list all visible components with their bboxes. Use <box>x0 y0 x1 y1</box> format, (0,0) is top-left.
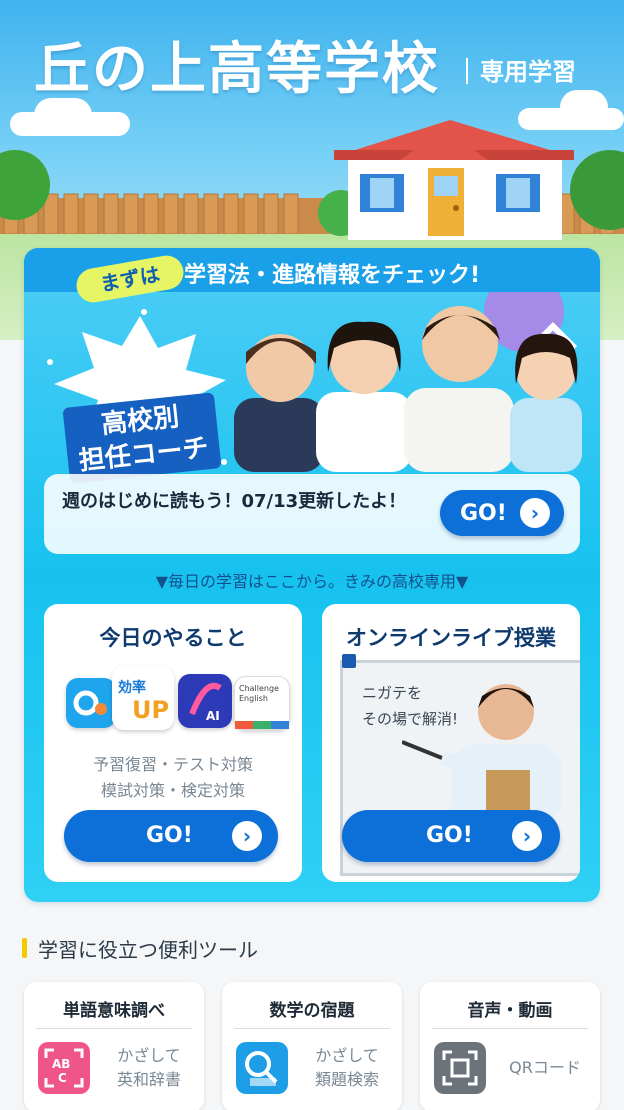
tool-title: 数学の宿題 <box>269 1001 355 1021</box>
today-desc-line2: 模試対策・検定対策 <box>100 781 245 800</box>
tool-desc-line2: 英和辞書 <box>116 1070 181 1089</box>
tool-title: 単語意味調べ <box>63 1001 165 1021</box>
challenge-english-app-icon: Challenge English <box>234 676 290 730</box>
qr-scan-icon <box>434 1042 486 1094</box>
svg-text:UP: UP <box>132 696 169 724</box>
svg-text:効率: 効率 <box>118 679 146 696</box>
today-card[interactable]: 今日のやること 効率 UP AI Challenge English 予習復習・テス… <box>44 604 302 882</box>
coach-badge[interactable]: 高校別 担任コーチ <box>40 308 240 484</box>
svg-text:Challenge: Challenge <box>239 684 279 693</box>
tool-math-homework[interactable]: 数学の宿題 かざして 類題検索 <box>222 982 402 1110</box>
app-page: 丘の上高等学校 専用学習 まずは 学習法・進路情報をチェック! 高校別 担任コー… <box>0 0 624 1110</box>
ai-app-icon: AI <box>178 674 232 728</box>
chevron-right-icon: › <box>232 821 262 851</box>
teacher-photo <box>402 684 562 820</box>
notice-text: 週のはじめに読もう！07/13更新したよ！ <box>62 491 407 512</box>
tool-desc-line2: 類題検索 <box>314 1070 379 1089</box>
chevron-right-icon: › <box>520 498 550 528</box>
svg-text:English: English <box>239 694 268 703</box>
tool-desc: かざして 類題検索 <box>302 1044 392 1092</box>
today-desc-line1: 予習復習・テスト対策 <box>92 755 253 774</box>
heading-accent-bar <box>22 938 27 958</box>
live-class-card[interactable]: オンラインライブ授業 ニガテを その場で解消! GO! › <box>322 604 580 882</box>
svg-text:AB: AB <box>52 1057 70 1071</box>
main-panel: まずは 学習法・進路情報をチェック! 高校別 担任コーチ 週のはじめに読もう！0… <box>24 248 600 902</box>
tool-audio-video[interactable]: 音声・動画 QRコード <box>420 982 600 1110</box>
daily-heading: ▼毎日の学習はここから。きみの高校専用▼ <box>155 572 469 591</box>
tool-desc: QRコード <box>500 1056 590 1080</box>
tools-title: 学習に役立つ便利ツール <box>38 938 258 962</box>
efficiency-up-app-icon: 効率 UP <box>112 666 174 730</box>
divider <box>36 1028 192 1029</box>
svg-text:AI: AI <box>206 709 220 723</box>
search-scan-icon <box>236 1042 288 1094</box>
tool-title: 音声・動画 <box>467 1001 553 1021</box>
coach-label: 高校別 担任コーチ <box>62 392 222 484</box>
title-divider <box>466 58 468 84</box>
notice-go-label: GO! <box>460 501 507 526</box>
today-title: 今日のやること <box>99 626 247 650</box>
today-go-label: GO! <box>146 823 193 848</box>
live-title: オンラインライブ授業 <box>346 626 556 650</box>
weekly-notice[interactable]: 週のはじめに読もう！07/13更新したよ！ GO! › <box>44 474 580 554</box>
house-graphic <box>334 120 574 240</box>
divider <box>234 1028 390 1029</box>
today-go-button[interactable]: GO! › <box>64 810 278 862</box>
tool-word-lookup[interactable]: 単語意味調べ AB C かざして 英和辞書 <box>24 982 204 1110</box>
svg-text:C: C <box>58 1071 67 1085</box>
board-magnet <box>342 654 356 668</box>
tool-desc-line1: かざして <box>315 1046 379 1065</box>
quiz-app-icon <box>66 678 116 728</box>
live-go-button[interactable]: GO! › <box>342 810 560 862</box>
tool-desc-line1: QRコード <box>509 1058 581 1077</box>
abc-scan-icon: AB C <box>38 1042 90 1094</box>
chevron-right-icon: › <box>512 821 542 851</box>
coaches-photo <box>234 306 582 472</box>
divider <box>432 1028 588 1029</box>
notice-go-button[interactable]: GO! › <box>440 490 564 536</box>
today-desc: 予習復習・テスト対策 模試対策・検定対策 <box>44 752 302 804</box>
tool-desc: かざして 英和辞書 <box>104 1044 194 1092</box>
school-title: 丘の上高等学校 <box>34 37 440 102</box>
live-go-label: GO! <box>426 823 473 848</box>
tool-desc-line1: かざして <box>117 1046 181 1065</box>
banner-headline[interactable]: 学習法・進路情報をチェック! <box>184 257 480 289</box>
school-subtitle: 専用学習 <box>480 58 576 86</box>
